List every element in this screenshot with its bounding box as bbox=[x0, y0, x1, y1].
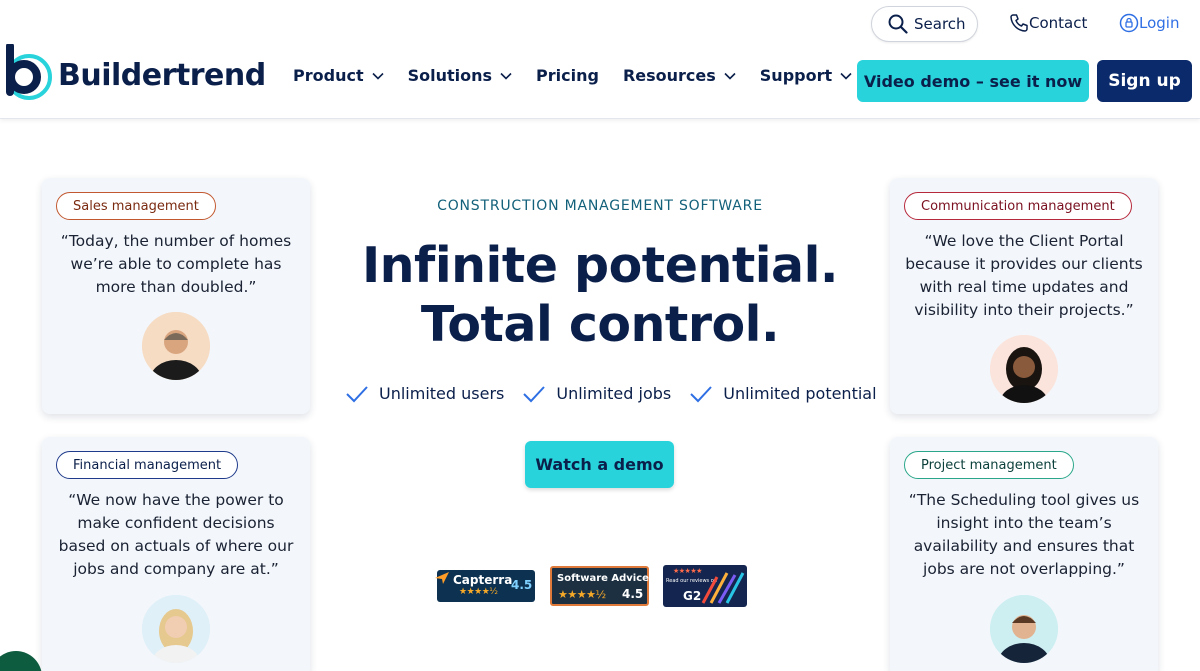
person-avatar-icon bbox=[142, 312, 210, 380]
software-advice-name: Software Advice. bbox=[557, 573, 653, 584]
avatar bbox=[990, 595, 1058, 663]
category-tag: Financial management bbox=[56, 451, 239, 479]
check-item: Unlimited potential bbox=[689, 384, 877, 403]
nav-label: Product bbox=[293, 66, 364, 85]
sign-up-button[interactable]: Sign up bbox=[1097, 60, 1192, 102]
nav-label: Solutions bbox=[407, 66, 493, 85]
nav-label: Support bbox=[759, 66, 833, 85]
g2-stars: ★★★★★ bbox=[673, 567, 702, 575]
avatar bbox=[142, 595, 210, 663]
chevron-down-icon bbox=[724, 72, 736, 80]
login-label: Login bbox=[1139, 14, 1180, 32]
avatar bbox=[142, 312, 210, 380]
feature-checklist: Unlimited users Unlimited jobs Unlimited… bbox=[345, 384, 895, 403]
lock-icon bbox=[1119, 13, 1139, 33]
category-tag: Communication management bbox=[904, 192, 1132, 220]
testimonial-card-communication: Communication management “We love the Cl… bbox=[890, 178, 1158, 414]
phone-icon bbox=[1010, 14, 1028, 32]
contact-label: Contact bbox=[1029, 14, 1088, 32]
testimonial-quote: “Today, the number of homes we’re able t… bbox=[60, 232, 292, 296]
person-avatar-icon bbox=[142, 595, 210, 663]
testimonial-quote: “We love the Client Portal because it pr… bbox=[905, 232, 1143, 319]
search-icon bbox=[888, 14, 908, 34]
brand-name: Buildertrend bbox=[58, 57, 266, 93]
nav-item-solutions[interactable]: Solutions bbox=[408, 66, 512, 85]
g2-name: G2 bbox=[683, 589, 702, 603]
nav-item-pricing[interactable]: Pricing bbox=[536, 66, 599, 85]
logo-mark-icon bbox=[6, 44, 52, 100]
check-item: Unlimited jobs bbox=[522, 384, 671, 403]
nav-label: Pricing bbox=[536, 66, 599, 85]
check-label: Unlimited potential bbox=[723, 384, 877, 403]
capterra-rating: 4.5 bbox=[511, 578, 533, 592]
person-avatar-icon bbox=[990, 335, 1058, 403]
testimonial-card-project: Project management “The Scheduling tool … bbox=[890, 437, 1158, 671]
chevron-down-icon bbox=[500, 72, 512, 80]
testimonial-quote: “The Scheduling tool gives us insight in… bbox=[908, 491, 1140, 578]
site-header: Buildertrend Search Contact Login Produc… bbox=[0, 0, 1200, 119]
chat-widget-button[interactable] bbox=[0, 651, 42, 671]
check-label: Unlimited jobs bbox=[556, 384, 672, 403]
nav-label: Resources bbox=[622, 66, 716, 85]
avatar bbox=[990, 335, 1058, 403]
capterra-stars: ★★★★½ bbox=[459, 587, 498, 597]
nav-item-product[interactable]: Product bbox=[293, 66, 384, 85]
search-button[interactable]: Search bbox=[871, 6, 978, 42]
search-label: Search bbox=[914, 15, 966, 33]
g2-badge[interactable]: ★★★★★ Read our reviews on G2 bbox=[663, 565, 747, 607]
check-icon bbox=[523, 385, 546, 402]
capterra-name: Capterra bbox=[453, 573, 513, 587]
person-avatar-icon bbox=[990, 595, 1058, 663]
watch-demo-button[interactable]: Watch a demo bbox=[525, 441, 674, 488]
login-link[interactable]: Login bbox=[1119, 13, 1179, 33]
check-icon bbox=[346, 385, 368, 402]
brand-logo[interactable]: Buildertrend bbox=[4, 44, 266, 102]
software-advice-rating: 4.5 bbox=[622, 587, 644, 601]
check-icon bbox=[690, 385, 712, 402]
testimonial-card-sales: Sales management “Today, the number of h… bbox=[42, 178, 310, 414]
category-tag: Sales management bbox=[56, 192, 216, 220]
chevron-down-icon bbox=[840, 72, 852, 80]
chevron-down-icon bbox=[372, 72, 384, 80]
nav-item-support[interactable]: Support bbox=[760, 66, 852, 85]
video-demo-button[interactable]: Video demo – see it now bbox=[857, 60, 1089, 102]
capterra-badge[interactable]: Capterra ★★★★½ 4.5 bbox=[435, 570, 535, 602]
nav-item-resources[interactable]: Resources bbox=[623, 66, 736, 85]
testimonial-quote: “We now have the power to make confident… bbox=[58, 491, 294, 578]
capterra-logo-icon bbox=[435, 572, 449, 584]
contact-link[interactable]: Contact bbox=[1009, 13, 1087, 33]
testimonial-card-financial: Financial management “We now have the po… bbox=[42, 437, 310, 671]
main-nav: Product Solutions Pricing Resources Supp… bbox=[293, 66, 876, 85]
software-advice-stars: ★★★★½ bbox=[558, 588, 606, 601]
software-advice-badge[interactable]: Software Advice. ★★★★½ 4.5 bbox=[550, 566, 653, 606]
check-item: Unlimited users bbox=[345, 384, 504, 403]
g2-stripes-icon bbox=[701, 572, 745, 604]
category-tag: Project management bbox=[904, 451, 1074, 479]
check-label: Unlimited users bbox=[379, 384, 505, 403]
